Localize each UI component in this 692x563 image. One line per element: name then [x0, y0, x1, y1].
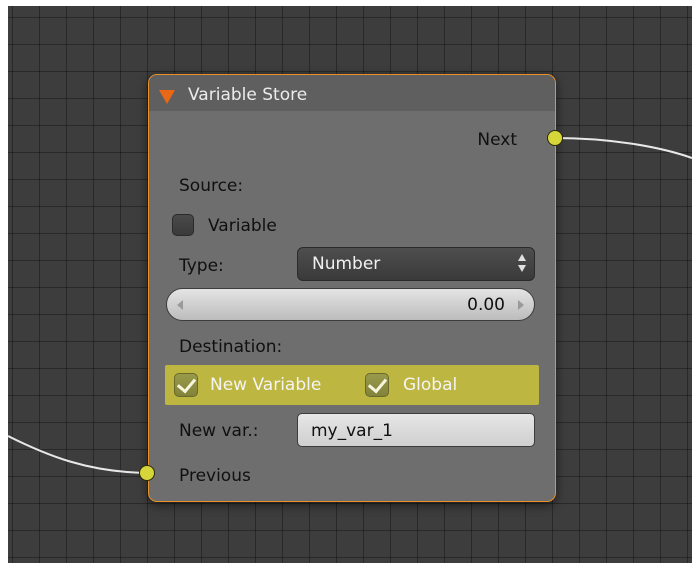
- destination-label: Destination:: [179, 337, 283, 357]
- checkmark-icon: [367, 373, 388, 394]
- global-checkbox[interactable]: [365, 373, 389, 397]
- variable-store-node[interactable]: Variable Store Next Source: Variable Typ…: [148, 74, 556, 502]
- new-variable-label: New Variable: [210, 375, 322, 395]
- destination-options-highlight: New Variable Global: [165, 365, 539, 405]
- next-output-socket[interactable]: [547, 130, 563, 146]
- arrow-left-icon[interactable]: [177, 300, 183, 310]
- next-socket-label: Next: [477, 130, 517, 150]
- global-label: Global: [403, 375, 458, 395]
- type-dropdown-value: Number: [312, 254, 381, 274]
- previous-input-socket[interactable]: [139, 465, 155, 481]
- type-label: Type:: [179, 256, 224, 276]
- previous-socket-label: Previous: [179, 466, 251, 486]
- number-value-field[interactable]: 0.00: [166, 288, 535, 321]
- variable-checkbox-label: Variable: [208, 216, 277, 236]
- arrow-right-icon[interactable]: [518, 300, 524, 310]
- new-variable-checkbox[interactable]: [174, 373, 198, 397]
- link-wire-previous: [8, 435, 148, 474]
- source-label: Source:: [179, 176, 244, 196]
- new-var-name-value: my_var_1: [311, 421, 393, 441]
- type-dropdown[interactable]: Number: [297, 247, 535, 281]
- node-title: Variable Store: [188, 85, 308, 105]
- number-value: 0.00: [467, 295, 505, 315]
- node-editor-canvas[interactable]: Variable Store Next Source: Variable Typ…: [8, 6, 692, 563]
- new-var-label: New var.:: [179, 421, 259, 441]
- variable-checkbox[interactable]: [172, 214, 194, 236]
- up-down-arrows-icon: [518, 254, 526, 274]
- triangle-down-icon[interactable]: [159, 90, 175, 104]
- new-var-name-input[interactable]: my_var_1: [297, 413, 535, 447]
- node-header[interactable]: Variable Store: [149, 75, 555, 111]
- link-wire-next: [553, 137, 692, 159]
- checkmark-icon: [176, 373, 197, 394]
